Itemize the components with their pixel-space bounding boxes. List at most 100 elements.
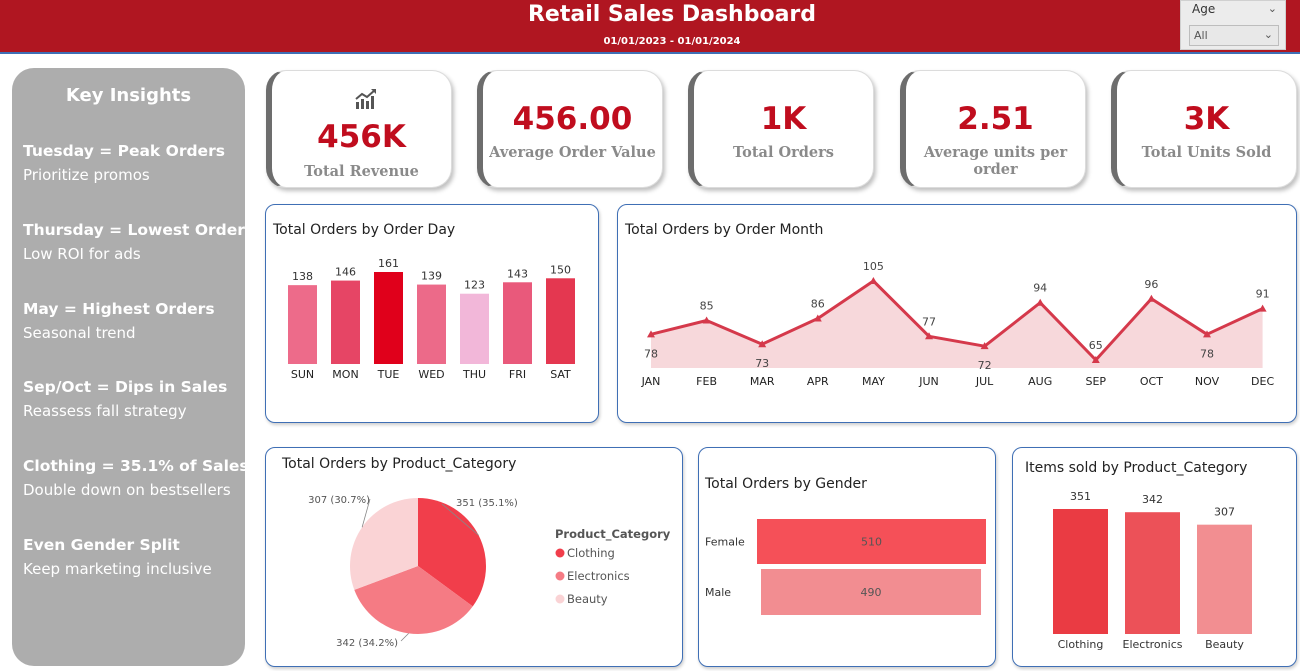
- x-tick-label: FEB: [696, 375, 717, 388]
- data-label: 351 (35.1%): [456, 498, 518, 509]
- dashboard-title: Retail Sales Dashboard: [527, 2, 817, 27]
- leader-line: [400, 633, 409, 642]
- kpi-total-orders: 1K Total Orders: [688, 70, 874, 188]
- kpi-average-order-value: 456.00 Average Order Value: [477, 70, 663, 188]
- bar-mon: [331, 280, 360, 364]
- chevron-down-icon: ⌄: [1263, 28, 1273, 41]
- data-label: 73: [755, 357, 769, 370]
- data-point: [1036, 298, 1045, 306]
- kpi-label: Total Units Sold: [1141, 144, 1272, 161]
- insight-sub: Low ROI for ads: [23, 245, 141, 263]
- data-label: 94: [1033, 282, 1047, 295]
- data-label: 351: [1070, 490, 1091, 503]
- data-label: 139: [421, 270, 442, 283]
- x-tick-label: JUN: [918, 375, 939, 388]
- legend-title: Product_Category: [555, 527, 671, 542]
- data-label: 490: [861, 586, 882, 599]
- x-tick-label: FRI: [509, 368, 526, 381]
- area-fill: [651, 281, 1263, 368]
- x-tick-label: DEC: [1251, 375, 1274, 388]
- insight-sub: Keep marketing inclusive: [23, 560, 212, 578]
- data-label: 138: [292, 270, 313, 283]
- x-tick-label: NOV: [1195, 375, 1220, 388]
- x-tick-label: Electronics: [1123, 638, 1183, 651]
- header-bar: Retail Sales Dashboard 01/01/2023 - 01/0…: [0, 0, 1300, 54]
- date-range: 01/01/2023 - 01/01/2024: [603, 36, 741, 47]
- insight-sub: Prioritize promos: [23, 166, 150, 184]
- age-dropdown[interactable]: All ⌄: [1189, 25, 1279, 46]
- chevron-down-icon[interactable]: ⌄: [1268, 2, 1277, 15]
- bar-wed: [417, 284, 446, 364]
- kpi-total-revenue: 456K Total Revenue: [266, 70, 452, 188]
- data-label: 96: [1144, 278, 1158, 291]
- age-slicer[interactable]: Age ⌄ All ⌄: [1180, 0, 1286, 50]
- x-tick-label: MAR: [750, 375, 775, 388]
- x-tick-label: MON: [332, 368, 358, 381]
- bar-beauty: [1197, 524, 1252, 634]
- insight-item: Thursday = Lowest Orders Low ROI for ads: [23, 218, 254, 266]
- kpi-label: Average Order Value: [489, 144, 656, 161]
- slicer-label: Age: [1192, 2, 1216, 16]
- data-label: 342: [1142, 493, 1163, 506]
- insight-item: Sep/Oct = Dips in Sales Reassess fall st…: [23, 375, 227, 423]
- bar-tue: [374, 272, 403, 364]
- insight-item: May = Highest Orders Seasonal trend: [23, 297, 215, 345]
- data-label: 307 (30.7%): [308, 495, 370, 506]
- bar-fri: [503, 282, 532, 364]
- kpi-value: 456.00: [512, 101, 633, 137]
- data-label: 86: [811, 298, 825, 311]
- x-tick-label: WED: [418, 368, 444, 381]
- x-tick-label: MAY: [862, 375, 885, 388]
- orders-by-day-card: Total Orders by Order Day 138 SUN 146 MON 16…: [265, 204, 599, 423]
- x-tick-label: JAN: [641, 375, 661, 388]
- orders-by-gender-card: Total Orders by Gender 510 Female 490 Male: [698, 447, 996, 667]
- x-tick-label: TUE: [377, 368, 400, 381]
- legend-item: Electronics: [567, 569, 630, 583]
- kpi-value: 1K: [760, 101, 807, 137]
- data-label: 85: [700, 300, 714, 313]
- insight-heading: Even Gender Split: [23, 536, 180, 554]
- insights-title: Key Insights: [65, 85, 192, 106]
- data-label: 123: [464, 279, 485, 292]
- data-label: 105: [863, 260, 884, 273]
- kpi-label: Average units per order: [923, 144, 1068, 178]
- orders-by-month-card: Total Orders by Order Month 78 JAN 85 FEB 73…: [617, 204, 1297, 423]
- data-label: 143: [507, 267, 528, 280]
- x-tick-label: THU: [462, 368, 486, 381]
- bar-sat: [546, 278, 575, 364]
- data-label: 65: [1089, 339, 1103, 352]
- x-tick-label: APR: [807, 375, 829, 388]
- kpi-value: 2.51: [957, 101, 1034, 137]
- data-label: 342 (34.2%): [336, 638, 398, 649]
- y-tick-label: Female: [705, 536, 745, 549]
- age-selected-value: All: [1194, 29, 1208, 42]
- orders-by-gender-chart: 510 Female 490 Male: [705, 519, 986, 615]
- orders-by-day-chart: 138 SUN 146 MON 161 TUE 139 WED 123 THU 143 FRI 150 S…: [288, 257, 575, 381]
- insight-heading: Clothing = 35.1% of Sales: [23, 457, 249, 475]
- orders-by-month-chart: 78 JAN 85 FEB 73 MAR 86 APR 105 MAY 77 JUN 72 JUL 94 AU…: [641, 260, 1275, 388]
- insight-item: Clothing = 35.1% of Sales Double down on…: [23, 454, 249, 502]
- legend-marker: [555, 594, 565, 604]
- kpi-total-units-sold: 3K Total Units Sold: [1111, 70, 1297, 188]
- key-insights-panel: Key Insights Tuesday = Peak Orders Prior…: [12, 68, 254, 666]
- data-label: 77: [922, 315, 936, 328]
- kpi-label: Total Orders: [733, 144, 834, 161]
- x-tick-label: SUN: [291, 368, 314, 381]
- x-tick-label: JUL: [975, 375, 994, 388]
- insight-heading: Sep/Oct = Dips in Sales: [23, 378, 228, 396]
- data-label: 72: [978, 359, 992, 372]
- data-label: 150: [550, 263, 571, 276]
- data-label: 307: [1214, 506, 1235, 519]
- x-tick-label: Clothing: [1058, 638, 1104, 651]
- x-tick-label: SEP: [1086, 375, 1107, 388]
- x-tick-label: OCT: [1140, 375, 1163, 388]
- legend-item: Clothing: [567, 546, 615, 560]
- x-tick-label: Beauty: [1205, 638, 1244, 651]
- data-point: [1258, 304, 1267, 312]
- items-by-category-chart: 351 Clothing 342 Electronics 307 Beauty: [1053, 490, 1252, 651]
- data-label: 78: [644, 347, 658, 360]
- items-by-category-card: Items sold by Product_Category 351 Clothi…: [1012, 447, 1297, 667]
- data-label: 91: [1256, 288, 1270, 301]
- kpi-average-units-per-order: 2.51 Average units per order: [900, 70, 1086, 188]
- legend-marker: [555, 571, 565, 581]
